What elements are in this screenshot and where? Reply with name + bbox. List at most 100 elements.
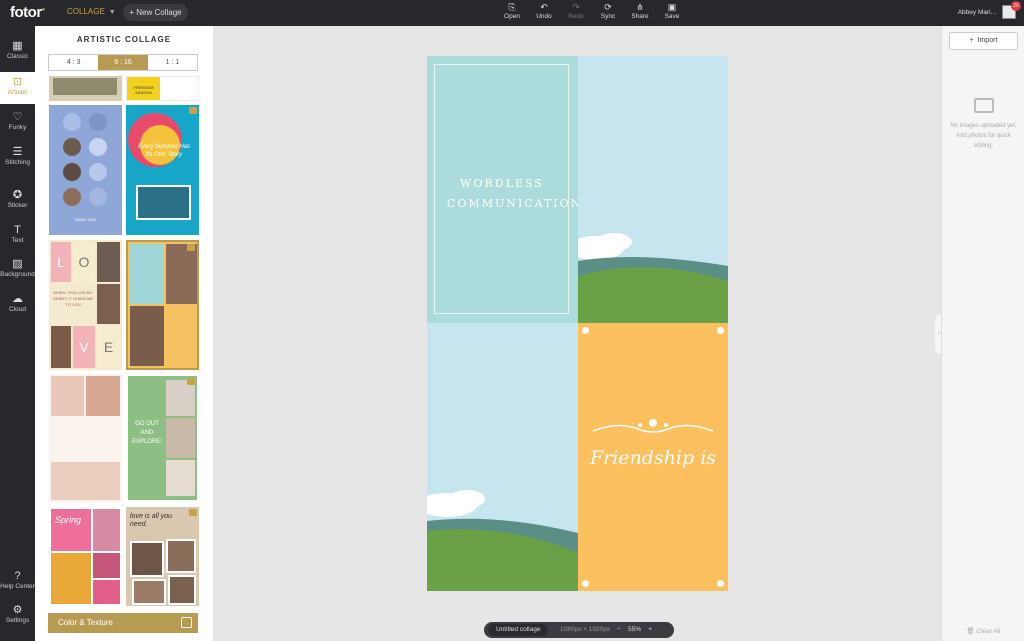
tab-ratio-4-3[interactable]: 4 : 3 <box>49 55 98 70</box>
landscape-illustration <box>427 490 578 591</box>
collage-text-wordless[interactable]: WORDLESS COMMUNICATION <box>447 174 578 214</box>
crown-icon <box>189 509 197 516</box>
share-icon: ⋔ <box>636 2 644 12</box>
ratio-tabs: 4 : 3 9 : 16 1 : 1 <box>48 54 198 71</box>
image-placeholder-icon <box>974 98 994 113</box>
rail-item-settings[interactable]: ⚙ Settings <box>0 604 35 624</box>
toolbar: ⎘ Open ↶ Undo ↷ Redo ⟳ Sync ⋔ Share ▣ Save <box>496 2 688 20</box>
collage-cell-top-left[interactable]: WORDLESS COMMUNICATION <box>427 56 578 323</box>
template-thumbnail[interactable]: Spring <box>49 507 122 606</box>
rail-item-cloud[interactable]: ☁ Cloud <box>0 293 35 313</box>
open-icon: ⎘ <box>508 2 516 12</box>
fotor-logo[interactable]: fotor● <box>10 4 45 21</box>
notification-badge: 20 <box>1011 1 1021 11</box>
heart-frame-icon: ♡ <box>12 111 23 123</box>
mode-dropdown[interactable]: COLLAGE ▼ <box>67 7 116 16</box>
template-thumbnail[interactable]: Every Summer Has Its Own Story <box>126 105 199 235</box>
collage-cell-bottom-right[interactable]: Friendship is <box>578 323 728 591</box>
settings-icon: ⚙ <box>12 604 23 616</box>
canvas-status-bar: Untitled collage 1080px × 1920px − 55% + <box>484 622 674 638</box>
resize-handle[interactable] <box>717 327 724 334</box>
template-panel: ARTISTIC COLLAGE 4 : 3 9 : 16 1 : 1 FREE… <box>35 26 213 641</box>
thumb-text: V <box>73 326 95 368</box>
sync-icon: ⟳ <box>604 2 612 12</box>
thumb-text: O <box>73 242 95 282</box>
tab-ratio-1-1[interactable]: 1 : 1 <box>148 55 197 70</box>
redo-button[interactable]: ↷ Redo <box>560 2 592 20</box>
thumb-text: WHEN I FOLLOW MY HEART, IT LEADS ME TO Y… <box>52 290 94 307</box>
zoom-controls: − 55% + <box>617 622 652 638</box>
rail-item-artistic[interactable]: ⊡ Artistic <box>0 72 35 104</box>
rail-item-stitching[interactable]: ☰ Stitching <box>0 146 35 166</box>
save-button[interactable]: ▣ Save <box>656 2 688 20</box>
thumb-text: E <box>97 326 120 368</box>
resize-handle[interactable] <box>582 580 589 587</box>
template-thumbnail[interactable]: L O WHEN I FOLLOW MY HEART, IT LEADS ME … <box>49 240 122 370</box>
clear-all-button[interactable]: 🗑 Clear All <box>942 627 1024 635</box>
resize-handle[interactable] <box>582 327 589 334</box>
crown-icon <box>189 107 197 114</box>
cloud-icon: ☁ <box>12 293 23 305</box>
collage-cell-bottom-left[interactable] <box>427 323 578 591</box>
collage-canvas: WORDLESS COMMUNICATION Friendship is <box>427 56 728 591</box>
canvas-size: 1080px × 1920px <box>560 626 611 633</box>
thumb-text: love is all you need. <box>130 513 173 528</box>
help-icon: ? <box>14 570 21 582</box>
chevron-down-icon: ▼ <box>108 9 116 16</box>
template-thumbnail[interactable] <box>49 374 122 502</box>
background-icon: ▨ <box>12 258 23 270</box>
undo-button[interactable]: ↶ Undo <box>528 2 560 20</box>
rail-item-help-center[interactable]: ? Help Center <box>0 570 35 590</box>
resize-handle[interactable] <box>717 580 724 587</box>
template-thumbnail[interactable]: FREEDOM SEASON <box>126 76 199 101</box>
import-button[interactable]: + Import <box>949 32 1018 50</box>
undo-icon: ↶ <box>540 2 548 12</box>
sticker-icon: ✪ <box>12 189 23 201</box>
collage-cell-top-right[interactable] <box>578 56 728 323</box>
thumb-text: L <box>51 242 71 282</box>
collage-text-friendship[interactable]: Friendship is <box>578 447 728 469</box>
top-bar: fotor● COLLAGE ▼ + New Collage ⎘ Open ↶ Und… <box>0 0 1024 26</box>
no-images-message: No images uploaded yet. Add photos for q… <box>950 123 1017 149</box>
rail-item-background[interactable]: ▨ Background <box>0 258 35 278</box>
stitching-icon: ☰ <box>12 146 23 158</box>
flourish-ornament <box>592 419 714 433</box>
open-button[interactable]: ⎘ Open <box>496 2 528 20</box>
template-thumbnail[interactable]: love is all you need. <box>126 507 199 606</box>
thumb-text: GO OUT AND EXPLORE! <box>132 421 163 445</box>
left-rail: ▦ Classic ⊡ Artistic ♡ Funky ☰ Stitching ✪ St… <box>0 26 35 641</box>
template-thumbnail[interactable] <box>49 76 122 101</box>
share-button[interactable]: ⋔ Share <box>624 2 656 20</box>
tab-ratio-9-16[interactable]: 9 : 16 <box>98 55 148 70</box>
thumb-text: Every Summer Has Its Own Story <box>137 144 190 158</box>
color-texture-button[interactable]: Color & Texture <box>48 613 198 633</box>
rail-item-text[interactable]: T Text <box>0 224 35 244</box>
rail-item-sticker[interactable]: ✪ Sticker <box>0 189 35 209</box>
landscape-illustration <box>578 233 728 323</box>
sync-button[interactable]: ⟳ Sync <box>592 2 624 20</box>
crown-icon <box>187 244 195 251</box>
rail-item-classic[interactable]: ▦ Classic <box>0 40 35 60</box>
text-icon: T <box>14 224 21 236</box>
thumb-text: RAINY DAY <box>74 217 97 222</box>
template-thumbnail[interactable] <box>126 240 199 370</box>
template-list: FREEDOM SEASON RAINY DAY Every Summer Ha… <box>48 76 201 606</box>
new-collage-button[interactable]: + New Collage <box>123 4 188 21</box>
template-thumbnail[interactable]: GO OUT AND EXPLORE! <box>126 374 199 502</box>
thumb-text: Spring <box>51 509 91 551</box>
grid-icon: ▦ <box>12 40 23 52</box>
zoom-out-button[interactable]: − <box>617 626 621 633</box>
texture-icon <box>181 617 192 628</box>
thumb-text: FREEDOM SEASON <box>127 77 160 100</box>
crown-icon <box>187 378 195 385</box>
rail-item-funky[interactable]: ♡ Funky <box>0 111 35 131</box>
artistic-icon: ⊡ <box>12 76 23 88</box>
canvas-area: WORDLESS COMMUNICATION Friendship is <box>213 26 941 641</box>
zoom-level: 55% <box>628 626 642 633</box>
collage-name[interactable]: Untitled collage <box>488 624 549 636</box>
template-thumbnail[interactable]: RAINY DAY <box>49 105 122 235</box>
zoom-in-button[interactable]: + <box>648 626 652 633</box>
user-name[interactable]: Abbey Mari... <box>958 9 996 16</box>
redo-icon: ↷ <box>572 2 580 12</box>
save-icon: ▣ <box>667 2 677 12</box>
